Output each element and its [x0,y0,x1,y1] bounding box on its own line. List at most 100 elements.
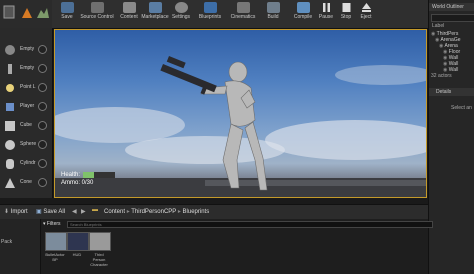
health-bar [83,172,115,178]
content-icon [122,2,136,13]
help-icon[interactable] [38,45,47,54]
asset-tile[interactable]: BulletActor BP [45,232,67,262]
empty-character-icon [8,64,12,74]
place-item-empty-character[interactable]: Empty [0,60,52,78]
asset-tile[interactable]: Third Person Character [89,232,111,267]
toolbar-blueprints-button[interactable]: Blueprints [195,1,225,27]
place-item-cylinder[interactable]: Cylindr [0,155,52,173]
toolbar-label: Pause [318,14,334,20]
filters-button[interactable]: ▾ Filters [43,221,61,227]
source-control-icon [90,2,104,13]
health-label: Health: [61,172,81,178]
asset-thumbnail [45,232,67,251]
place-item-cone[interactable]: Cone [0,174,52,192]
compile-icon [296,2,310,13]
build-icon [266,2,280,13]
empty-actor-icon [5,45,15,55]
asset-name: BulletActor BP [45,252,65,262]
player-start-icon [6,103,14,111]
breadcrumb-item-thirdpersoncpp[interactable]: ThirdPersonCPP [131,209,176,215]
toolbar-label: Content [120,14,138,20]
level-viewport[interactable]: Health: Ammo: 0/30 [54,29,427,198]
help-icon[interactable] [38,121,47,130]
asset-thumbnail [67,232,89,251]
toolbar-content-button[interactable]: Content [117,1,141,27]
toolbar-label: Eject [360,14,372,20]
place-item-point-light[interactable]: Point L [0,79,52,97]
toolbar-label: Compile [293,14,313,20]
toolbar-cinematics-button[interactable]: Cinematics [228,1,258,27]
toolbar-marketplace-button[interactable]: Marketplace [140,1,170,27]
toolbar-source-control-button[interactable]: Source Control [79,1,115,27]
toolbar-build-button[interactable]: Build [262,1,284,27]
folder-icon: ▬ [92,207,98,213]
save-all-button[interactable]: ▣ Save All [36,208,65,215]
help-icon[interactable] [38,159,47,168]
breadcrumb-item-blueprints[interactable]: Blueprints [183,209,210,215]
cone-icon [5,178,15,188]
place-item-sphere[interactable]: Sphere [0,136,52,154]
history-forward-button[interactable]: ▶ [81,208,86,215]
asset-view: ▾ Filters BulletActor BP HUD Third Perso… [41,219,433,274]
outliner-column-label: Label [432,23,445,29]
cube-icon [5,121,15,131]
place-item-label: Cylindr [20,160,36,166]
place-item-label: Sphere [20,141,37,147]
toolbar-label: Marketplace [141,14,169,20]
toolbar-stop-button[interactable]: Stop [336,1,356,27]
history-back-button[interactable]: ◀ [72,208,77,215]
ammo-label: Ammo: 0/30 [61,180,94,186]
asset-tile[interactable]: HUD [67,232,89,257]
outliner-tree: ◉ ThirdPers ◉ ArenaGe ◉ Arena ◉ Floor ◉ Wall… [431,31,474,73]
place-item-label: Empty [20,46,35,52]
help-icon[interactable] [38,102,47,111]
details-hint: Select an [451,105,472,111]
breadcrumb: Content ▸ ThirdPersonCPP ▸ Blueprints [104,209,210,215]
toolbar-label: Cinematics [230,14,256,20]
paint-mode-icon[interactable] [20,4,34,22]
asset-search-input[interactable] [67,221,433,228]
help-icon[interactable] [38,140,47,149]
import-label: Import [10,209,28,215]
place-item-label: Point L [20,84,36,90]
toolbar-pause-button[interactable]: Pause [316,1,336,27]
stop-icon [340,2,353,13]
place-item-cube[interactable]: Cube [0,117,52,135]
place-item-player-start[interactable]: Player [0,98,52,116]
point-light-icon [6,84,14,92]
help-icon[interactable] [38,83,47,92]
toolbar-eject-button[interactable]: Eject [356,1,376,27]
actor-count: 32 actors [431,73,452,79]
place-mode-icon[interactable] [3,4,17,22]
details-tab[interactable]: Details [429,88,474,96]
place-item-empty-actor[interactable]: Empty [0,41,52,59]
filters-label: Filters [46,221,61,227]
toolbar-settings-button[interactable]: Settings [170,1,192,27]
place-actors-panel: Empty Empty Point L Player Cube Sphere C… [0,28,53,198]
place-item-label: Cone [20,179,32,185]
marketplace-icon [148,2,162,13]
toolbar-save-button[interactable]: Save [56,1,78,27]
toolbar-label: Settings [171,14,191,20]
eject-icon [360,2,373,13]
toolbar-label: Build [267,14,279,20]
import-button[interactable]: ⬇ Import [4,208,28,215]
toolbar-label: Stop [340,14,352,20]
outliner-search-input[interactable] [431,14,474,22]
cylinder-icon [6,159,14,169]
asset-name: Third Person Character [90,252,108,267]
filter-icon: ▾ [43,221,46,227]
main-toolbar: Save Source Control Content Marketplace … [52,0,428,29]
world-outliner-panel: World Outliner Label ◉ ThirdPers ◉ ArenaG… [428,0,474,274]
asset-thumbnail [89,232,111,251]
world-outliner-tab[interactable]: World Outliner [429,3,474,11]
toolbar-compile-button[interactable]: Compile [290,1,316,27]
breadcrumb-item-content[interactable]: Content [104,209,125,215]
settings-icon [174,2,188,13]
help-icon[interactable] [38,178,47,187]
help-icon[interactable] [38,64,47,73]
source-item[interactable]: Pack [1,239,12,245]
health-bar-fill [83,172,95,178]
landscape-mode-icon[interactable] [36,4,50,22]
save-all-icon: ▣ [36,209,42,215]
